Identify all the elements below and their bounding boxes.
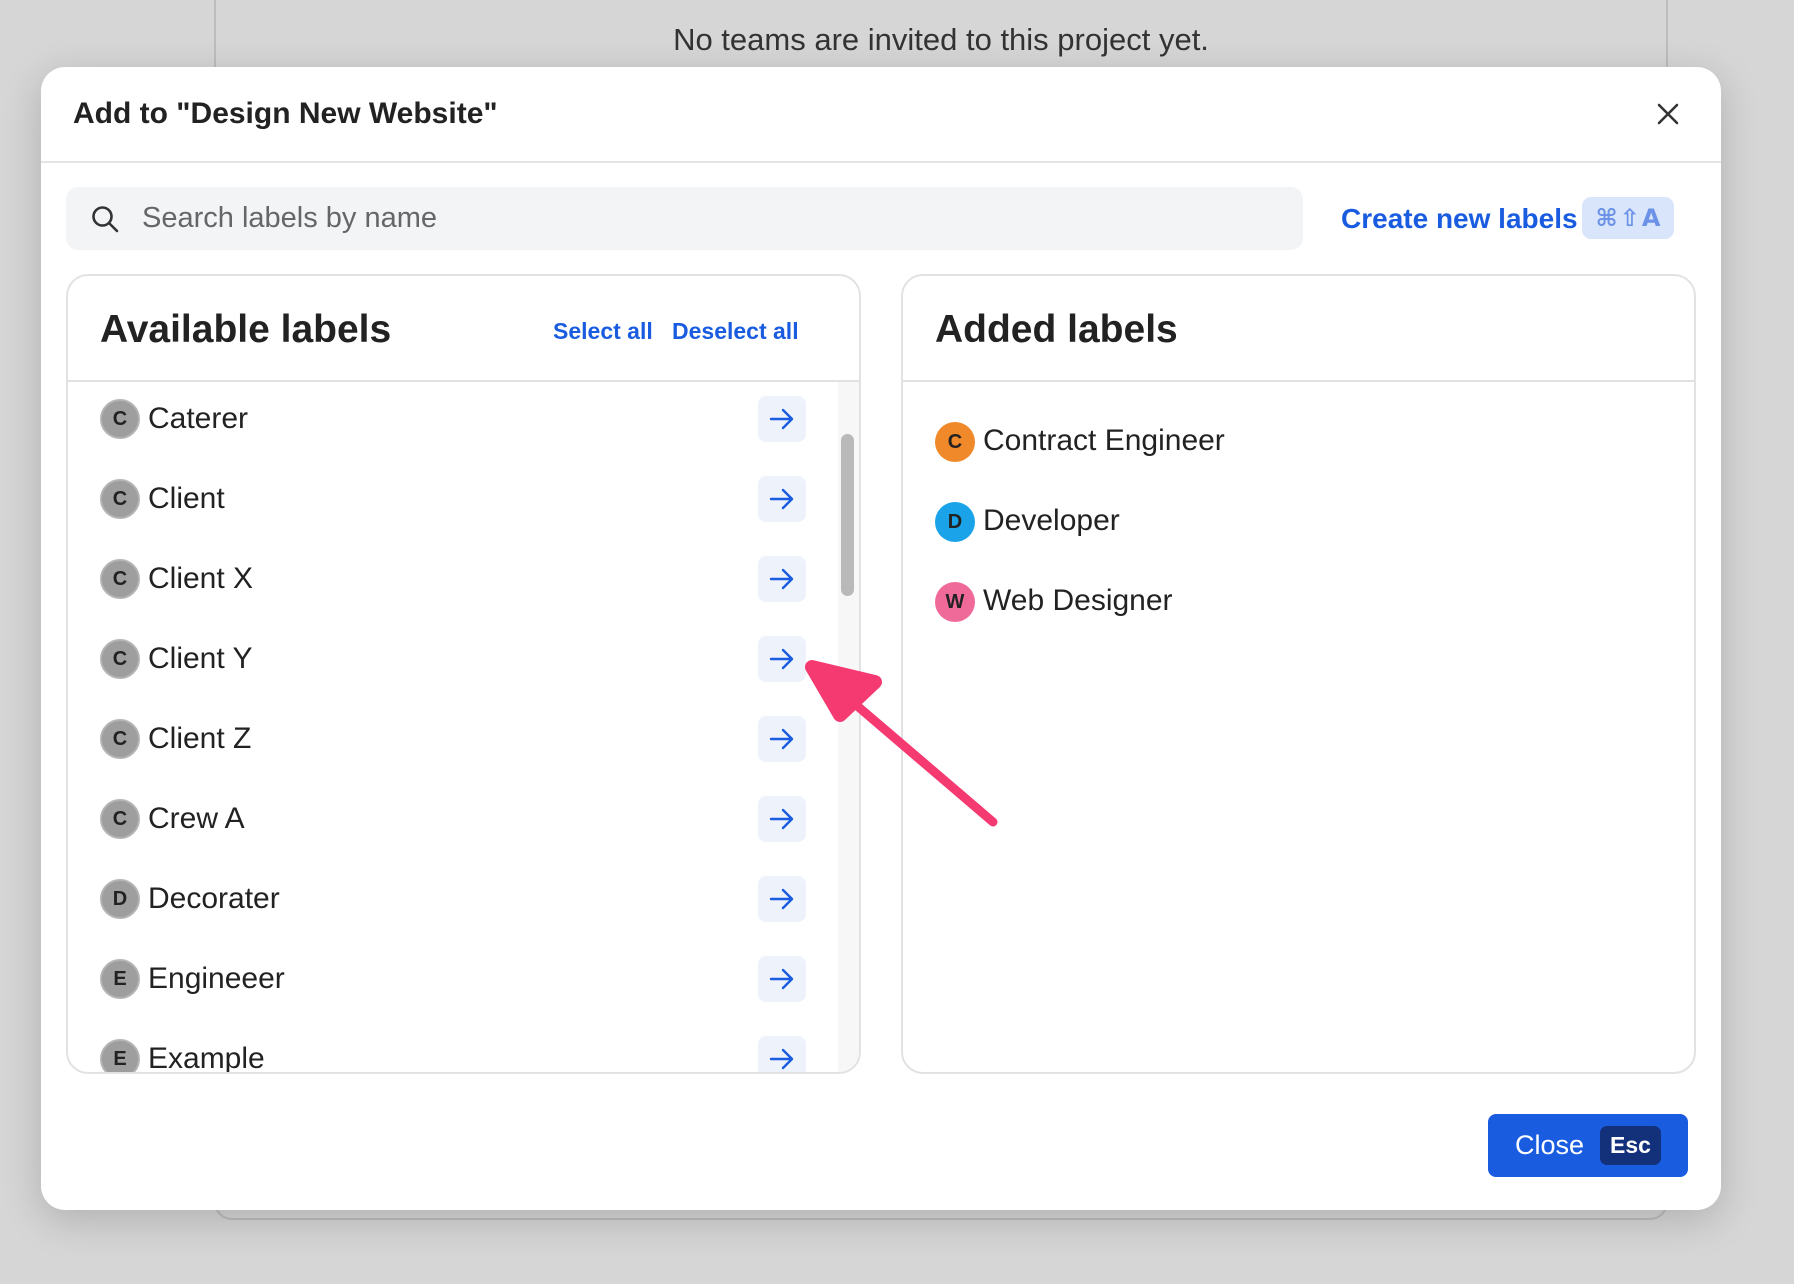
add-label-button[interactable] <box>758 636 806 682</box>
added-labels-panel: Added labels C Contract Engineer D Devel… <box>901 274 1696 1074</box>
label-name: Web Designer <box>983 584 1173 617</box>
scrollbar-thumb[interactable] <box>841 434 854 596</box>
available-labels-panel: Available labels Select all Deselect all… <box>66 274 861 1074</box>
shortcut-key: A <box>1641 204 1661 232</box>
avatar: E <box>100 959 140 999</box>
arrow-right-icon <box>769 408 794 430</box>
list-item: E Engineeer <box>68 942 828 1022</box>
create-shortcut-badge: ⌘ ⇧ A <box>1582 197 1674 239</box>
list-item: D Developer <box>903 492 1694 552</box>
list-item: W Web Designer <box>903 572 1694 632</box>
search-input[interactable] <box>142 187 1282 250</box>
arrow-right-icon <box>769 488 794 510</box>
available-labels-title: Available labels <box>100 308 392 351</box>
dialog-title: Add to "Design New Website" <box>73 97 498 130</box>
close-icon[interactable] <box>1651 97 1685 131</box>
arrow-right-icon <box>769 648 794 670</box>
label-name: Client Z <box>148 722 252 755</box>
list-item: C Crew A <box>68 782 828 862</box>
label-name: Client Y <box>148 642 253 675</box>
select-all-link[interactable]: Select all <box>553 318 653 345</box>
list-item: C Caterer <box>68 382 828 462</box>
search-icon <box>90 204 120 234</box>
no-teams-message: No teams are invited to this project yet… <box>673 22 1209 57</box>
close-button-label: Close <box>1515 1130 1585 1160</box>
avatar: C <box>100 399 140 439</box>
label-name: Engineeer <box>148 962 285 995</box>
label-name: Caterer <box>148 402 249 435</box>
list-item: E Example <box>68 1022 828 1074</box>
available-labels-header: Available labels Select all Deselect all <box>68 276 859 382</box>
added-labels-header: Added labels <box>903 276 1694 382</box>
add-label-button[interactable] <box>758 556 806 602</box>
add-label-button[interactable] <box>758 876 806 922</box>
add-label-button[interactable] <box>758 716 806 762</box>
arrow-right-icon <box>769 568 794 590</box>
label-name: Client X <box>148 562 254 595</box>
added-labels-list: C Contract Engineer D Developer W Web De… <box>903 382 1694 1072</box>
add-label-button[interactable] <box>758 476 806 522</box>
list-item: C Client <box>68 462 828 542</box>
avatar: C <box>100 719 140 759</box>
list-item: D Decorater <box>68 862 828 942</box>
list-item: C Contract Engineer <box>903 412 1694 472</box>
avatar: C <box>100 639 140 679</box>
esc-shortcut-badge: Esc <box>1600 1126 1661 1165</box>
add-label-button[interactable] <box>758 1036 806 1072</box>
add-label-button[interactable] <box>758 396 806 442</box>
avatar: D <box>935 502 975 542</box>
arrow-right-icon <box>769 968 794 990</box>
available-labels-list: C Caterer C Client C Client X C Client Y… <box>68 382 828 1074</box>
arrow-right-icon <box>769 1048 794 1070</box>
avatar: C <box>935 422 975 462</box>
command-key-icon: ⌘ <box>1595 204 1618 232</box>
avatar: C <box>100 559 140 599</box>
label-name: Crew A <box>148 802 245 835</box>
avatar: E <box>100 1039 140 1072</box>
close-button[interactable]: Close Esc <box>1488 1114 1688 1177</box>
create-new-labels-link[interactable]: Create new labels <box>1341 203 1578 235</box>
dialog-header: Add to "Design New Website" <box>41 67 1721 163</box>
arrow-right-icon <box>769 808 794 830</box>
label-name: Decorater <box>148 882 280 915</box>
label-name: Contract Engineer <box>983 424 1225 457</box>
search-field[interactable] <box>66 187 1303 250</box>
label-name: Example <box>148 1042 265 1074</box>
list-item: C Client Y <box>68 622 828 702</box>
add-label-button[interactable] <box>758 796 806 842</box>
list-item: C Client X <box>68 542 828 622</box>
label-name: Developer <box>983 504 1120 537</box>
arrow-right-icon <box>769 888 794 910</box>
arrow-right-icon <box>769 728 794 750</box>
shift-key-icon: ⇧ <box>1619 204 1640 232</box>
add-labels-dialog: Add to "Design New Website" Create new l… <box>41 67 1721 1210</box>
avatar: C <box>100 799 140 839</box>
avatar: D <box>100 879 140 919</box>
deselect-all-link[interactable]: Deselect all <box>672 318 799 345</box>
added-labels-title: Added labels <box>935 308 1178 351</box>
label-name: Client <box>148 482 225 515</box>
add-label-button[interactable] <box>758 956 806 1002</box>
list-item: C Client Z <box>68 702 828 782</box>
avatar: W <box>935 582 975 622</box>
avatar: C <box>100 479 140 519</box>
